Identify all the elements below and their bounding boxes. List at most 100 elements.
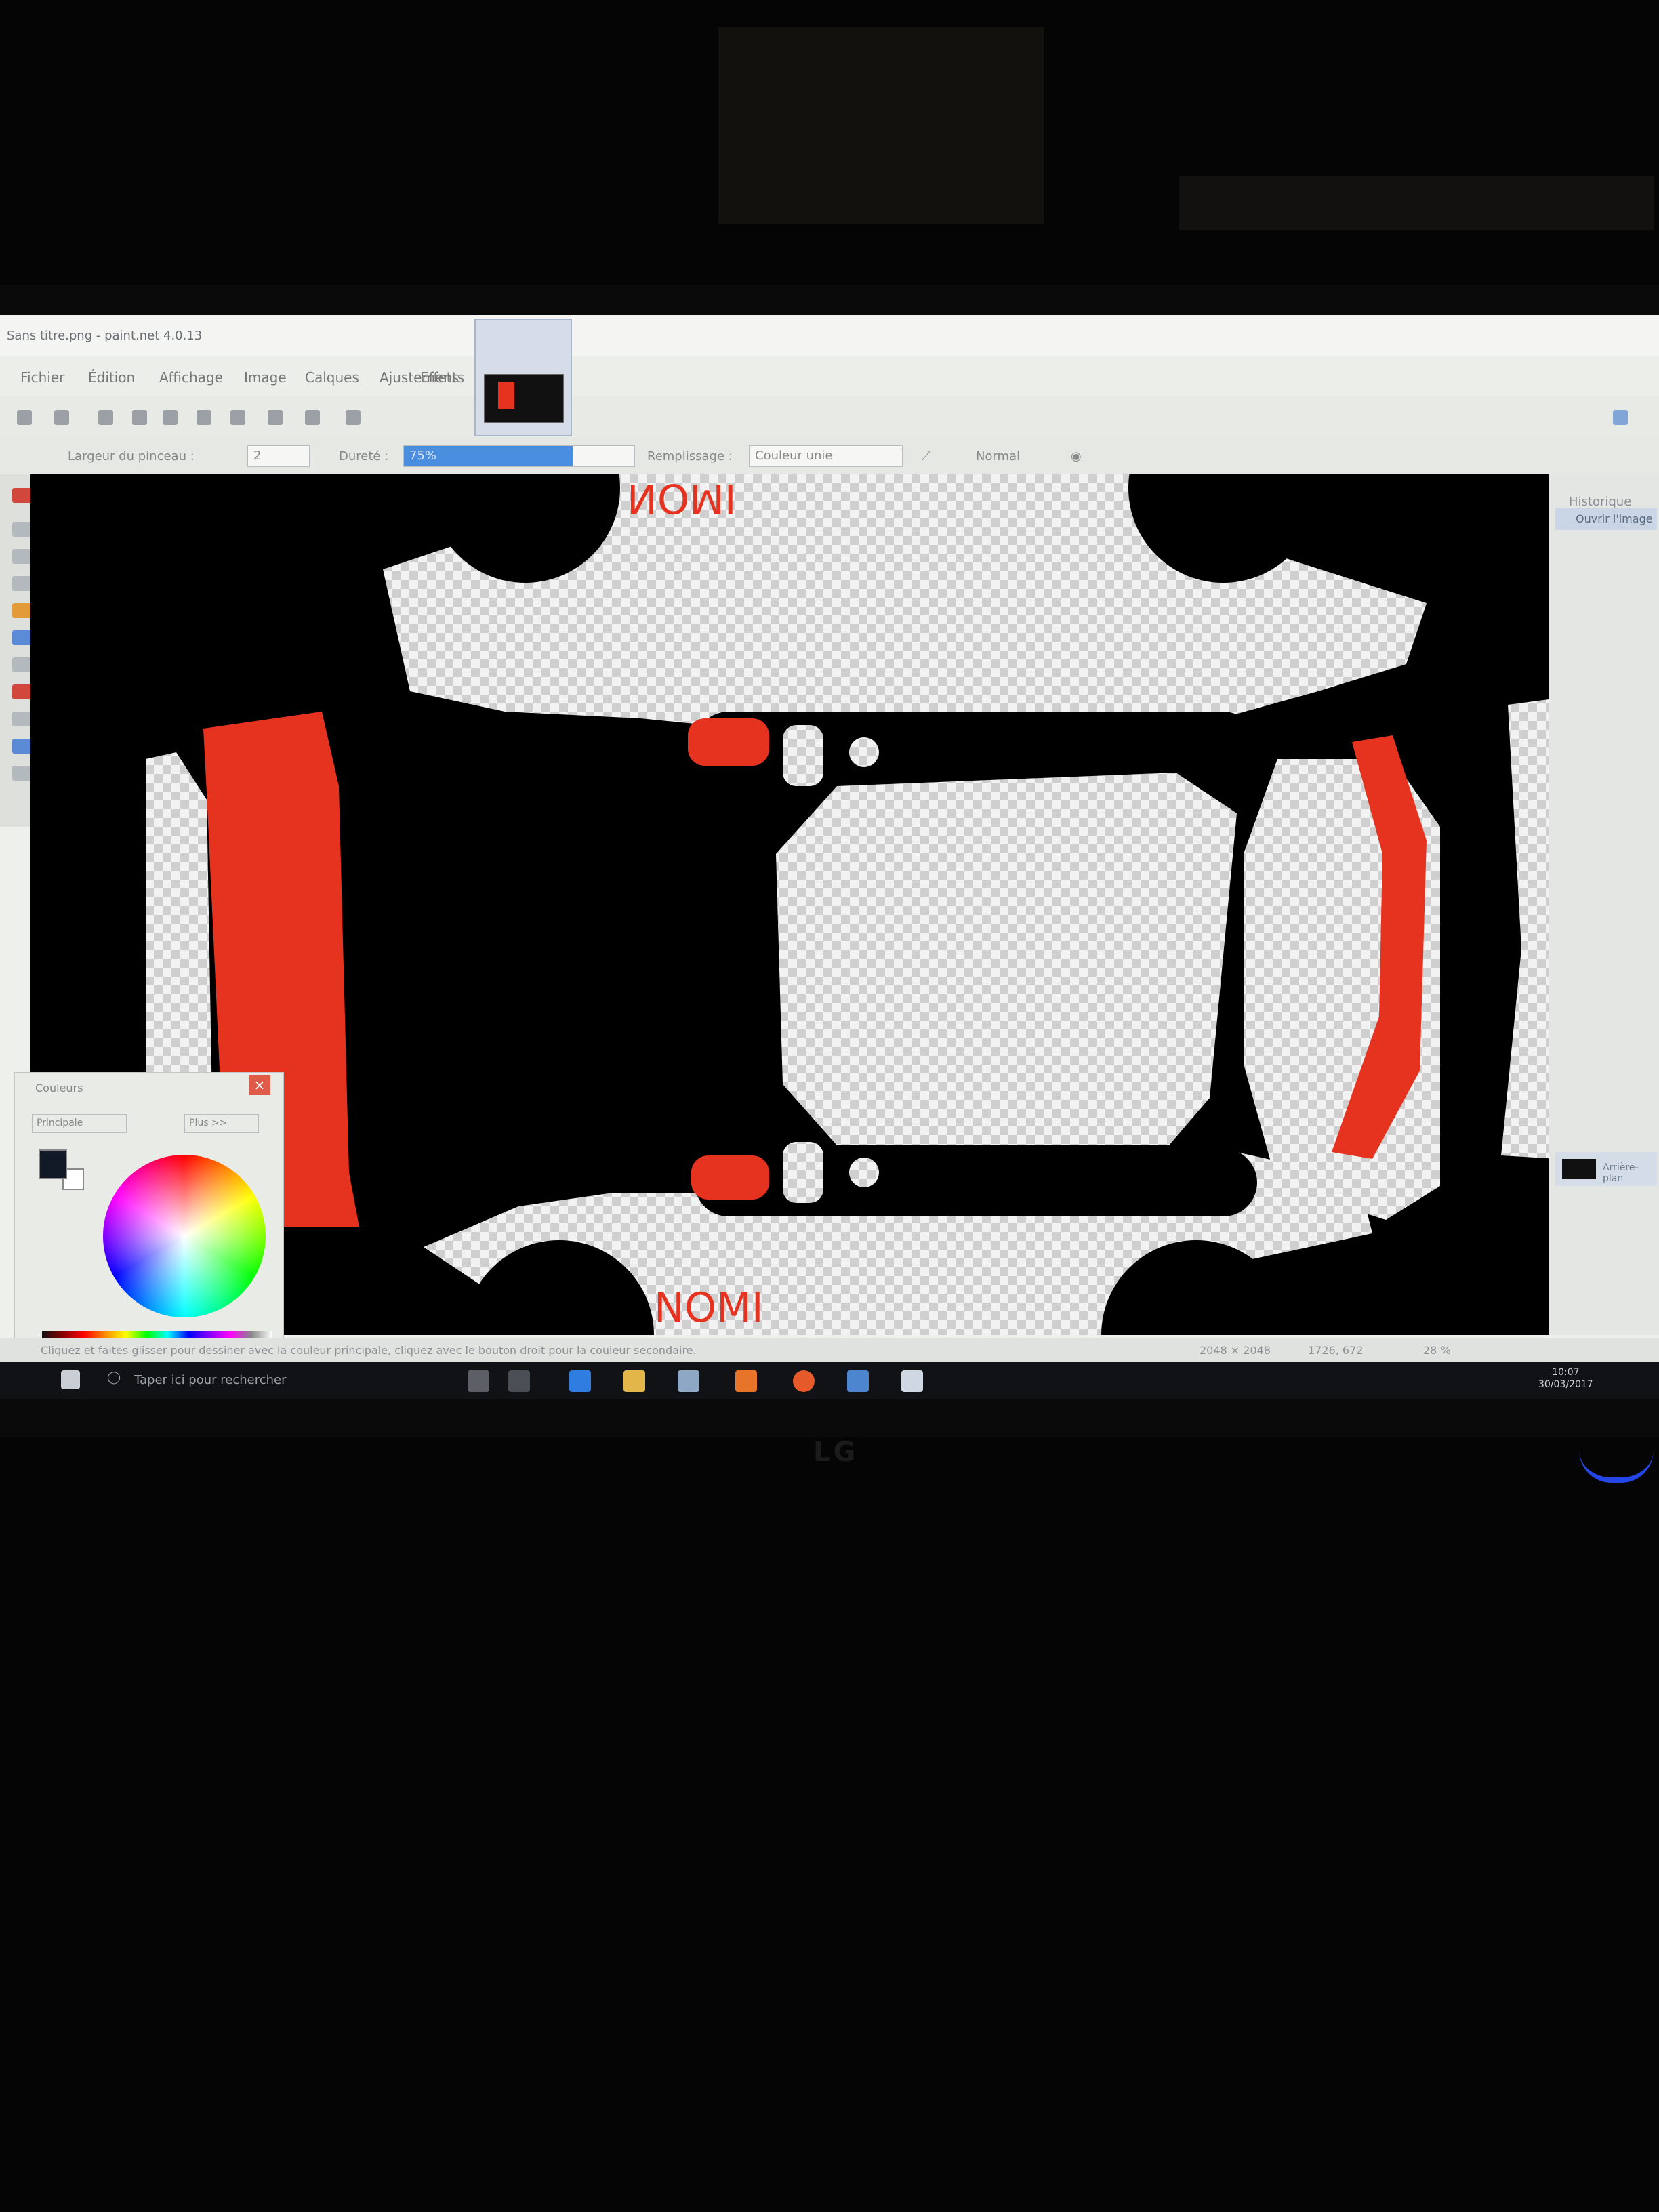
grid-icon[interactable]: [305, 410, 320, 425]
image-tab-thumbnail: [484, 374, 564, 423]
bucket-tool-icon[interactable]: [12, 603, 33, 618]
brush-tool-icon[interactable]: [12, 630, 33, 645]
taskbar-clock[interactable]: 10:07 30/03/2017: [1538, 1366, 1593, 1391]
eraser-tool-icon[interactable]: [12, 684, 33, 699]
door-handle-top: [783, 725, 823, 786]
store-icon[interactable]: [678, 1370, 699, 1392]
clock-time: 10:07: [1552, 1367, 1580, 1378]
power-led: [1579, 1450, 1654, 1483]
settings-icon[interactable]: [346, 410, 361, 425]
microphone-icon[interactable]: [468, 1370, 489, 1392]
door-handle-bottom: [783, 1142, 823, 1203]
brush-width-label: Largeur du pinceau :: [68, 449, 194, 464]
clock-date: 30/03/2017: [1538, 1379, 1593, 1390]
color-wheel-center: [103, 1155, 266, 1317]
background-light: [1179, 176, 1654, 230]
search-placeholder: Taper ici pour rechercher: [134, 1373, 287, 1387]
copy-icon[interactable]: [132, 410, 147, 425]
logo-piece-top: [849, 737, 879, 767]
shape-tool-icon[interactable]: [12, 739, 33, 754]
cut-icon[interactable]: [98, 410, 113, 425]
move-tool-icon[interactable]: [12, 549, 33, 564]
close-icon[interactable]: ×: [249, 1075, 270, 1095]
task-view-icon[interactable]: [508, 1370, 530, 1392]
menu-bar: Fichier Édition Affichage Image Calques …: [0, 356, 1659, 396]
hardness-value: 75%: [409, 449, 437, 463]
menu-layers[interactable]: Calques: [305, 369, 359, 386]
red-mirror-bottom: [691, 1155, 769, 1200]
status-bar: Cliquez et faites glisser pour dessiner …: [0, 1338, 1659, 1362]
line-tool-icon[interactable]: [12, 766, 33, 781]
taskbar-search[interactable]: ◯ Taper ici pour rechercher: [102, 1369, 420, 1393]
app-icon[interactable]: [735, 1370, 757, 1392]
zoom-level[interactable]: 28 %: [1423, 1344, 1451, 1357]
toolbar: [0, 396, 1659, 437]
logo-piece-bottom: [849, 1158, 879, 1187]
status-hint: Cliquez et faites glisser pour dessiner …: [41, 1344, 697, 1357]
text-tool-icon[interactable]: [12, 712, 33, 726]
fill-label: Remplissage :: [647, 449, 733, 464]
new-icon[interactable]: [17, 410, 32, 425]
search-icon: ◯: [107, 1370, 121, 1385]
layer-name: Arrière-plan: [1603, 1162, 1639, 1184]
brush-width-field[interactable]: 2: [247, 445, 310, 467]
background-light: [718, 27, 1044, 224]
zoom-tool-icon[interactable]: [12, 576, 33, 591]
redo-icon[interactable]: [268, 410, 283, 425]
color-wheel[interactable]: [103, 1155, 266, 1317]
window-titlebar[interactable]: Sans titre.png - paint.net 4.0.13: [0, 315, 1659, 356]
window-title: Sans titre.png - paint.net 4.0.13: [7, 329, 203, 343]
edge-icon[interactable]: [569, 1370, 591, 1392]
open-icon[interactable]: [54, 410, 69, 425]
window-band-bottom: [695, 1149, 1257, 1216]
canvas-label-top: NOMI: [627, 474, 737, 522]
primary-color-swatch[interactable]: [39, 1149, 67, 1179]
fill-dropdown[interactable]: Couleur unie: [749, 445, 903, 467]
hardness-slider[interactable]: 75%: [403, 445, 635, 467]
pencil-tool-icon[interactable]: [12, 657, 33, 672]
layer-thumbnail: [1562, 1159, 1596, 1179]
image-tab[interactable]: [474, 319, 572, 436]
thumbnail-red-mark: [498, 382, 514, 409]
desk-surface: [0, 1532, 1659, 2212]
paste-icon[interactable]: [163, 410, 178, 425]
colors-panel: Couleurs × Principale Plus >>: [14, 1072, 284, 1359]
help-icon[interactable]: [1613, 410, 1628, 425]
monitor-screen: Sans titre.png - paint.net 4.0.13 Fichie…: [0, 315, 1659, 1399]
history-panel: Historique Ouvrir l'image Arrière-plan: [1549, 474, 1659, 1335]
menu-effects[interactable]: Effets: [420, 369, 459, 386]
window-band-top: [695, 712, 1257, 779]
start-icon[interactable]: [61, 1370, 80, 1389]
menu-view[interactable]: Affichage: [159, 369, 223, 386]
history-title: Historique: [1569, 495, 1632, 509]
active-window-icon[interactable]: [901, 1370, 923, 1392]
blend-mode-dropdown[interactable]: Normal: [976, 449, 1020, 464]
tool-options-bar: Largeur du pinceau : 2 Dureté : 75% Remp…: [0, 437, 1659, 474]
paintnet-icon[interactable]: [847, 1370, 869, 1392]
menu-image[interactable]: Image: [244, 369, 287, 386]
undo-icon[interactable]: [230, 410, 245, 425]
layer-row[interactable]: Arrière-plan: [1555, 1152, 1657, 1186]
menu-file[interactable]: Fichier: [20, 369, 64, 386]
brush-width-value: 2: [253, 449, 262, 463]
firefox-icon[interactable]: [793, 1370, 815, 1392]
red-mirror-top: [688, 718, 769, 766]
fill-value: Couleur unie: [755, 449, 833, 463]
history-item[interactable]: Ouvrir l'image: [1555, 508, 1657, 530]
menu-edit[interactable]: Édition: [88, 369, 135, 386]
primary-color-button[interactable]: Principale: [32, 1114, 127, 1133]
alpha-icon[interactable]: ◉: [1071, 449, 1082, 464]
image-size: 2048 × 2048: [1200, 1344, 1271, 1357]
cursor-coords: 1726, 672: [1308, 1344, 1364, 1357]
antialias-icon[interactable]: ⟋: [922, 449, 930, 464]
colors-title: Couleurs: [35, 1082, 83, 1094]
uv-roof: [776, 773, 1237, 1145]
crop-icon[interactable]: [197, 410, 211, 425]
tools-close-icon[interactable]: [12, 488, 33, 503]
file-explorer-icon[interactable]: [623, 1370, 645, 1392]
hardness-label: Dureté :: [339, 449, 389, 464]
canvas-label-bottom: NOMI: [654, 1284, 764, 1332]
select-tool-icon[interactable]: [12, 522, 33, 537]
monitor-brand-logo: LG: [813, 1437, 859, 1468]
more-colors-button[interactable]: Plus >>: [184, 1114, 259, 1133]
